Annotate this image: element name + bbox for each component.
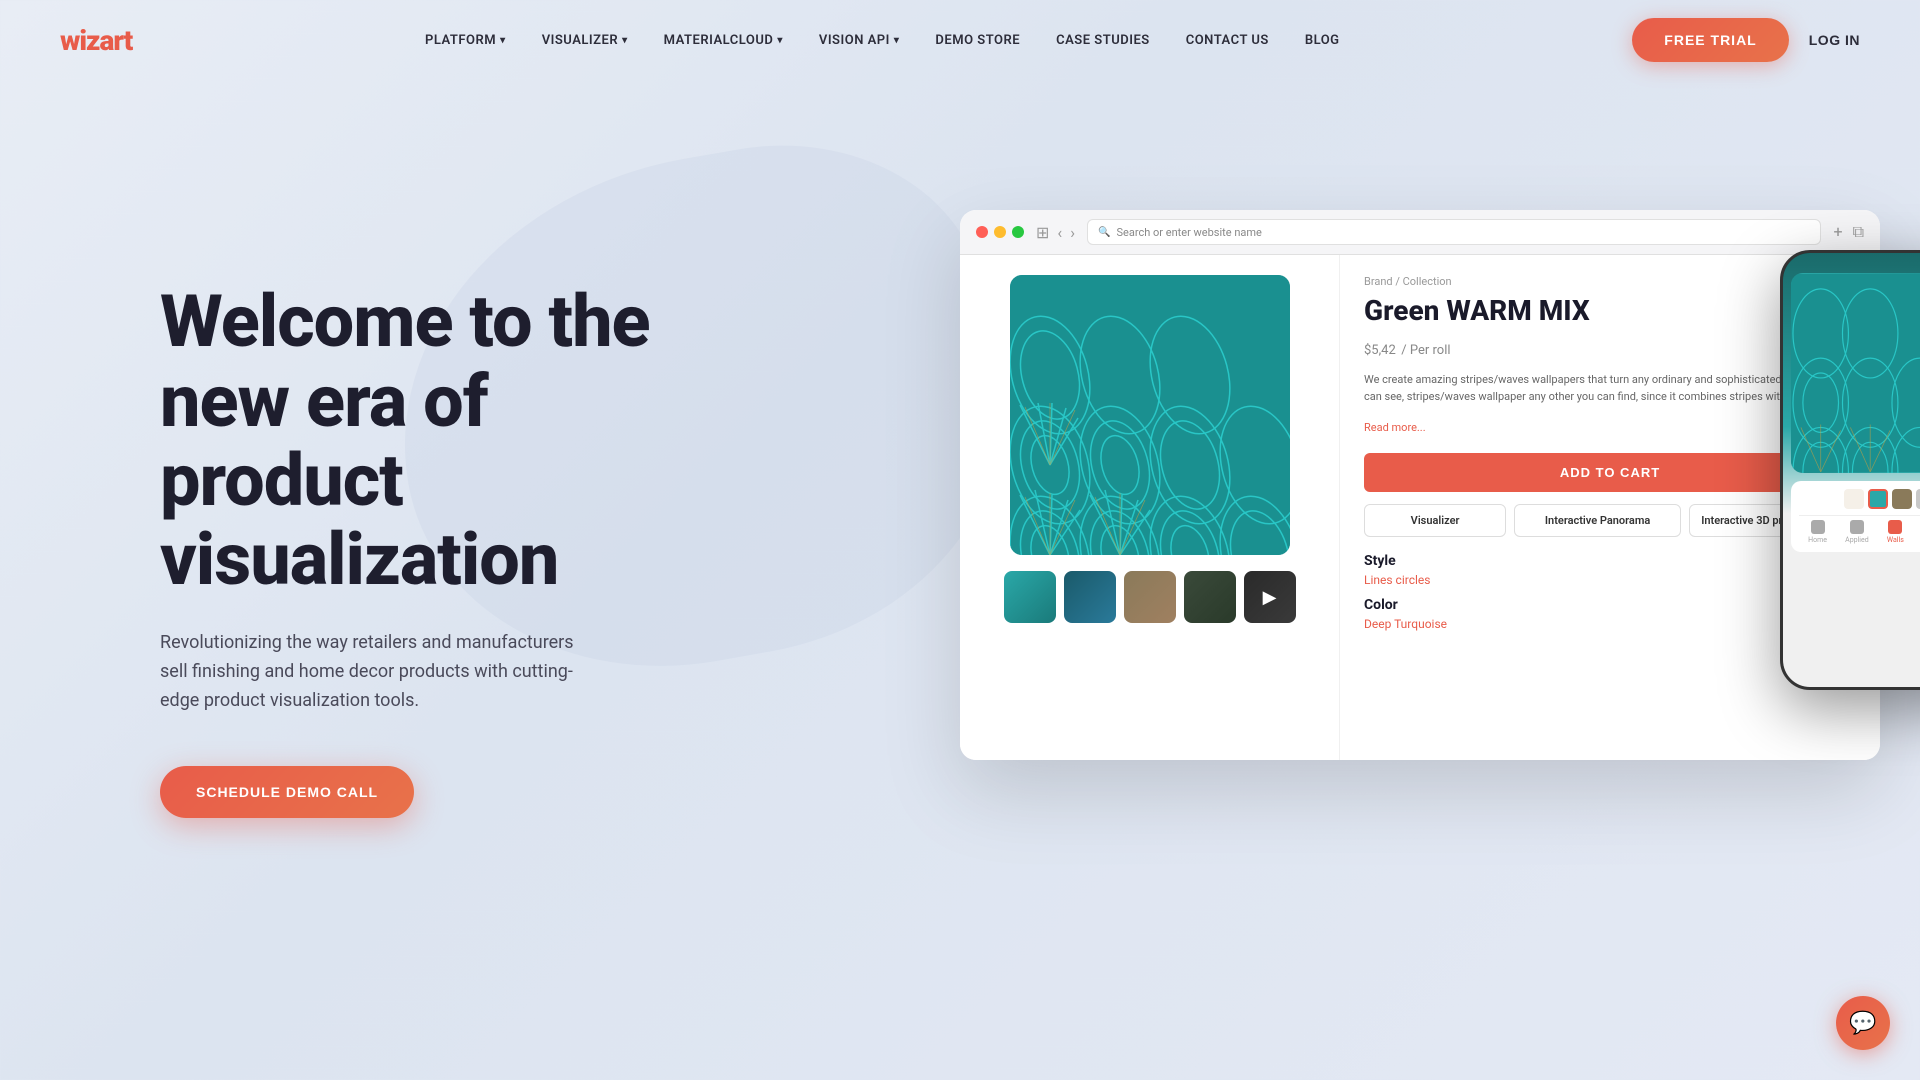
- nav-platform[interactable]: PLATFORM ▾: [409, 25, 522, 56]
- browser-dots: [976, 226, 1024, 238]
- chat-icon: 💬: [1849, 1011, 1876, 1036]
- thumbnail-5[interactable]: ▶: [1244, 571, 1296, 623]
- phone-wallpaper: Walls: [1791, 273, 1920, 473]
- main-product-image: [1010, 275, 1290, 555]
- browser-dot-yellow: [994, 226, 1006, 238]
- thumbnail-1[interactable]: [1004, 571, 1056, 623]
- chat-bubble[interactable]: 💬: [1836, 996, 1890, 1050]
- swatch-4[interactable]: [1916, 489, 1920, 509]
- nav-materialcloud[interactable]: MATERIALCLOUD ▾: [648, 25, 799, 56]
- nav-links: PLATFORM ▾ VISUALIZER ▾ MATERIALCLOUD ▾ …: [409, 25, 1356, 56]
- swatch-3[interactable]: [1892, 489, 1912, 509]
- visualizer-button[interactable]: Visualizer: [1364, 504, 1506, 537]
- phone-nav-applied[interactable]: Applied: [1845, 520, 1869, 544]
- forward-icon[interactable]: ›: [1070, 223, 1075, 242]
- browser-dot-green: [1012, 226, 1024, 238]
- vision-api-dropdown-icon: ▾: [894, 35, 900, 46]
- thumbnail-4[interactable]: [1184, 571, 1236, 623]
- swatch-2[interactable]: [1868, 489, 1888, 509]
- hero-title: Welcome to the new era of product visual…: [160, 282, 720, 599]
- nav-contact-us[interactable]: CONTACT US: [1170, 25, 1285, 56]
- free-trial-button[interactable]: FREE TRIAL: [1632, 18, 1788, 62]
- back-icon[interactable]: ‹: [1057, 223, 1062, 242]
- login-button[interactable]: LOG IN: [1809, 32, 1860, 48]
- hero-visual: ⊞ ‹ › 🔍 Search or enter website name + ⧉: [900, 130, 1920, 880]
- hero-subtitle: Revolutionizing the way retailers and ma…: [160, 629, 580, 715]
- logo[interactable]: wizart: [60, 24, 132, 57]
- browser-mockup: ⊞ ‹ › 🔍 Search or enter website name + ⧉: [960, 210, 1880, 760]
- browser-nav-icons: ⊞ ‹ ›: [1036, 223, 1075, 242]
- schedule-demo-button[interactable]: SCHEDULE DEMO CALL: [160, 766, 414, 818]
- copy-icon[interactable]: ⧉: [1853, 222, 1864, 242]
- price-unit: / Per roll: [1401, 343, 1450, 358]
- phone-nav-walls[interactable]: Walls: [1887, 520, 1904, 544]
- phone-mockup: Walls Home: [1780, 250, 1920, 690]
- hero-text: Welcome to the new era of product visual…: [160, 282, 720, 817]
- thumbnail-2[interactable]: [1064, 571, 1116, 623]
- hero-section: Welcome to the new era of product visual…: [0, 80, 1920, 980]
- materialcloud-dropdown-icon: ▾: [777, 35, 783, 46]
- new-tab-icon[interactable]: +: [1833, 222, 1842, 242]
- browser-actions: + ⧉: [1833, 222, 1864, 242]
- page-view-icon[interactable]: ⊞: [1036, 223, 1049, 242]
- panorama-button[interactable]: Interactive Panorama: [1514, 504, 1681, 537]
- swatch-1[interactable]: [1844, 489, 1864, 509]
- nav-blog[interactable]: BLOG: [1289, 25, 1356, 56]
- visualizer-dropdown-icon: ▾: [622, 35, 628, 46]
- browser-dot-red: [976, 226, 988, 238]
- nav-vision-api[interactable]: VISION API ▾: [803, 25, 916, 56]
- navbar: wizart PLATFORM ▾ VISUALIZER ▾ MATERIALC…: [0, 0, 1920, 80]
- browser-content: ▶ Brand / Collection Green WARM MIX $5,4…: [960, 255, 1880, 760]
- nav-visualizer[interactable]: VISUALIZER ▾: [526, 25, 644, 56]
- platform-dropdown-icon: ▾: [500, 35, 506, 46]
- nav-actions: FREE TRIAL LOG IN: [1632, 18, 1860, 62]
- product-image-area: ▶: [960, 255, 1340, 760]
- thumbnail-row: ▶: [1004, 571, 1296, 623]
- nav-demo-store[interactable]: DEMO STORE: [919, 25, 1036, 56]
- browser-address-bar[interactable]: 🔍 Search or enter website name: [1087, 219, 1821, 245]
- nav-case-studies[interactable]: CASE STUDIES: [1040, 25, 1166, 56]
- phone-screen: Walls Home: [1783, 253, 1920, 687]
- phone-nav-bar: Home Applied Walls Cart: [1799, 515, 1920, 544]
- phone-color-swatches: [1799, 489, 1920, 509]
- phone-nav-home[interactable]: Home: [1808, 520, 1827, 544]
- browser-bar: ⊞ ‹ › 🔍 Search or enter website name + ⧉: [960, 210, 1880, 255]
- thumbnail-3[interactable]: [1124, 571, 1176, 623]
